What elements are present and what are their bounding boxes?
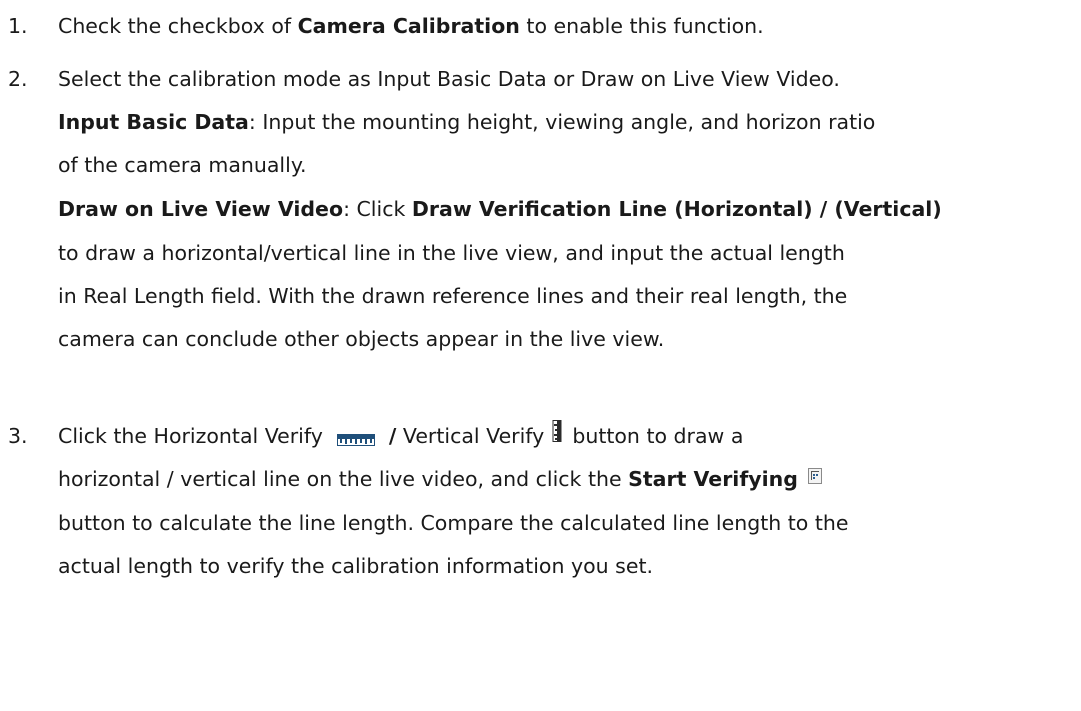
- text: : Click: [343, 197, 412, 221]
- step-3-line-3: button to calculate the line length. Com…: [58, 510, 849, 536]
- document-page: 1. 2. 3. Check the checkbox of Camera Ca…: [0, 0, 1081, 711]
- text: to draw a horizontal/vertical line in th…: [58, 241, 845, 265]
- text: button to draw a: [572, 424, 744, 448]
- text: horizontal / vertical line on the live v…: [58, 467, 629, 491]
- vertical-ruler-icon[interactable]: [552, 420, 562, 442]
- text: button to calculate the line length. Com…: [58, 511, 849, 535]
- text: in Real Length field. With the drawn ref…: [58, 284, 848, 308]
- step-2-line-4: Draw on Live View Video: Click Draw Veri…: [58, 196, 942, 222]
- bold-term: Draw on Live View Video: [58, 197, 344, 221]
- bold-term: Draw Verification Line (Horizontal) / (V…: [411, 197, 942, 221]
- step-3-line-2: horizontal / vertical line on the live v…: [58, 466, 822, 492]
- step-3-line-1: Click the Horizontal Verify / Vertical V…: [58, 420, 744, 449]
- text: Check the checkbox of: [58, 14, 298, 38]
- text: to enable this function.: [519, 14, 764, 38]
- step-2-line-5: to draw a horizontal/vertical line in th…: [58, 240, 845, 266]
- text: Vertical Verify: [396, 424, 545, 448]
- bold-term: Input Basic Data: [58, 110, 249, 134]
- step-2-line-1: Select the calibration mode as Input Bas…: [58, 66, 840, 92]
- text: : Input the mounting height, viewing ang…: [248, 110, 876, 134]
- text: of the camera manually.: [58, 153, 307, 177]
- step-number-2: 2.: [8, 67, 28, 91]
- bold-term: Camera Calibration: [297, 14, 520, 38]
- step-3-line-4: actual length to verify the calibration …: [58, 553, 653, 579]
- text: Select the calibration mode as Input Bas…: [58, 67, 840, 91]
- step-2-line-2: Input Basic Data: Input the mounting hei…: [58, 109, 875, 135]
- text: camera can conclude other objects appear…: [58, 327, 665, 351]
- start-verifying-icon[interactable]: [807, 464, 822, 484]
- step-number-3: 3.: [8, 424, 28, 448]
- step-2-line-7: camera can conclude other objects appear…: [58, 326, 664, 352]
- bold-term: Start Verifying: [628, 467, 798, 491]
- text: Click the Horizontal Verify: [58, 424, 323, 448]
- text: actual length to verify the calibration …: [58, 554, 654, 578]
- step-2-line-6: in Real Length field. With the drawn ref…: [58, 283, 847, 309]
- step-2-line-3: of the camera manually.: [58, 152, 307, 178]
- horizontal-ruler-icon[interactable]: [336, 427, 375, 446]
- step-1-line-1: Check the checkbox of Camera Calibration…: [58, 13, 764, 39]
- step-number-1: 1.: [8, 14, 28, 38]
